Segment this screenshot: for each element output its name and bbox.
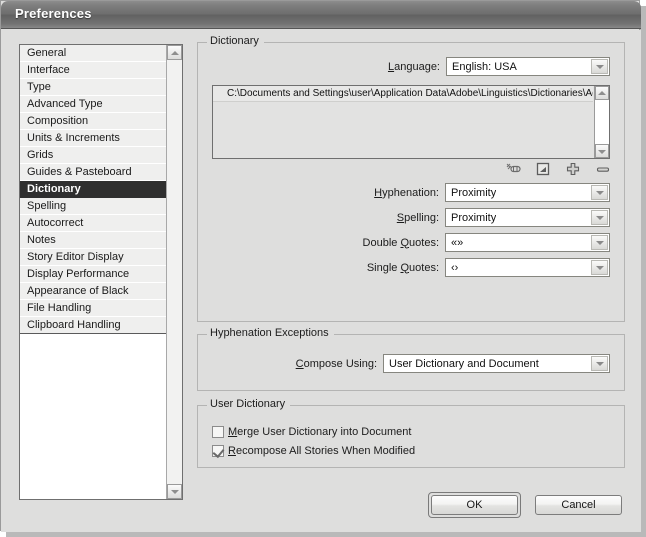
sidebar-item-units-increments[interactable]: Units & Increments xyxy=(20,130,167,147)
recompose-all-stories-row[interactable]: Recompose All Stories When Modified xyxy=(198,441,624,460)
dictionary-field-rows: Hyphenation:ProximitySpelling:ProximityD… xyxy=(198,177,624,277)
window-title: Preferences xyxy=(15,6,92,21)
ok-button-focus-ring: OK xyxy=(428,492,521,518)
hyphenation-label: Hyphenation: xyxy=(374,187,445,199)
merge-user-dictionary-row[interactable]: Merge User Dictionary into Document xyxy=(198,422,624,441)
new-dictionary-icon[interactable] xyxy=(536,162,552,176)
cancel-button-wrap: Cancel xyxy=(532,492,625,518)
language-combo[interactable]: English: USA xyxy=(446,57,610,76)
chevron-down-icon xyxy=(596,362,604,366)
spelling-value: Proximity xyxy=(446,212,496,224)
preferences-dialog: Preferences GeneralInterfaceTypeAdvanced… xyxy=(0,0,640,531)
language-label: Language: xyxy=(388,61,446,73)
spelling-row: Spelling:Proximity xyxy=(212,208,610,227)
relink-dictionary-icon[interactable] xyxy=(506,162,522,176)
sidebar-item-autocorrect[interactable]: Autocorrect xyxy=(20,215,167,232)
preferences-panel: Dictionary Language: English: USA xyxy=(197,42,625,473)
compose-using-combo[interactable]: User Dictionary and Document xyxy=(383,354,610,373)
sidebar-item-file-handling[interactable]: File Handling xyxy=(20,300,167,317)
double-quotes-dropdown-button[interactable] xyxy=(591,235,608,250)
sidebar-item-dictionary[interactable]: Dictionary xyxy=(20,181,167,198)
dialog-footer: OK Cancel xyxy=(428,492,625,518)
dictionary-path-row[interactable]: C:\Documents and Settings\user\Applicati… xyxy=(213,86,593,102)
double-quotes-row: Double Quotes:«» xyxy=(212,233,610,252)
sidebar-item-advanced-type[interactable]: Advanced Type xyxy=(20,96,167,113)
dictionary-tool-buttons xyxy=(198,159,624,177)
cancel-button[interactable]: Cancel xyxy=(535,495,622,515)
scrollbar-down-button[interactable] xyxy=(167,484,182,499)
scrollbar-up-button[interactable] xyxy=(167,45,182,60)
ok-button[interactable]: OK xyxy=(431,495,518,515)
chevron-down-icon xyxy=(596,191,604,195)
hyphenation-exceptions-group: Hyphenation Exceptions Compose Using: Us… xyxy=(197,334,625,391)
sidebar-item-appearance-of-black[interactable]: Appearance of Black xyxy=(20,283,167,300)
path-scroll-up-button[interactable] xyxy=(595,86,609,100)
language-dropdown-button[interactable] xyxy=(591,59,608,74)
sidebar-item-interface[interactable]: Interface xyxy=(20,62,167,79)
sidebar-item-grids[interactable]: Grids xyxy=(20,147,167,164)
path-list-scrollbar[interactable] xyxy=(594,86,609,158)
hyphenation-dropdown-button[interactable] xyxy=(591,185,608,200)
dictionary-group-title: Dictionary xyxy=(207,35,264,47)
hyphenation-exceptions-title: Hyphenation Exceptions xyxy=(207,327,334,339)
single-quotes-row: Single Quotes:‹› xyxy=(212,258,610,277)
merge-user-dictionary-label: Merge User Dictionary into Document xyxy=(228,426,411,438)
preferences-category-list[interactable]: GeneralInterfaceTypeAdvanced TypeComposi… xyxy=(19,44,183,500)
sidebar-item-guides-pasteboard[interactable]: Guides & Pasteboard xyxy=(20,164,167,181)
recompose-all-stories-checkbox[interactable] xyxy=(212,445,224,457)
compose-using-label: Compose Using: xyxy=(296,358,383,370)
compose-using-row: Compose Using: User Dictionary and Docum… xyxy=(198,354,624,373)
scroll-up-arrow-icon xyxy=(598,91,606,95)
user-dictionary-title: User Dictionary xyxy=(207,398,290,410)
merge-user-dictionary-checkbox[interactable] xyxy=(212,426,224,438)
spelling-label: Spelling: xyxy=(397,212,445,224)
scroll-down-arrow-icon xyxy=(171,490,179,494)
sidebar-item-composition[interactable]: Composition xyxy=(20,113,167,130)
sidebar-item-general[interactable]: General xyxy=(20,45,167,62)
single-quotes-value: ‹› xyxy=(446,262,458,274)
single-quotes-dropdown-button[interactable] xyxy=(591,260,608,275)
remove-dictionary-icon[interactable] xyxy=(596,162,612,176)
sidebar-item-notes[interactable]: Notes xyxy=(20,232,167,249)
double-quotes-combo[interactable]: «» xyxy=(445,233,610,252)
compose-using-dropdown-button[interactable] xyxy=(591,356,608,371)
dictionary-path-list[interactable]: C:\Documents and Settings\user\Applicati… xyxy=(212,85,610,159)
sidebar-item-display-performance[interactable]: Display Performance xyxy=(20,266,167,283)
sidebar-item-clipboard-handling[interactable]: Clipboard Handling xyxy=(20,317,167,334)
add-dictionary-icon[interactable] xyxy=(566,162,582,176)
spelling-dropdown-button[interactable] xyxy=(591,210,608,225)
title-bar[interactable]: Preferences xyxy=(1,1,641,29)
scroll-down-arrow-icon xyxy=(598,150,606,154)
sidebar-item-type[interactable]: Type xyxy=(20,79,167,96)
double-quotes-value: «» xyxy=(446,237,463,249)
spelling-combo[interactable]: Proximity xyxy=(445,208,610,227)
language-row: Language: English: USA xyxy=(198,57,624,76)
category-items: GeneralInterfaceTypeAdvanced TypeComposi… xyxy=(20,45,167,334)
user-dictionary-group: User Dictionary Merge User Dictionary in… xyxy=(197,405,625,468)
chevron-down-icon xyxy=(596,266,604,270)
sidebar-item-spelling[interactable]: Spelling xyxy=(20,198,167,215)
recompose-all-stories-label: Recompose All Stories When Modified xyxy=(228,445,415,457)
chevron-down-icon xyxy=(596,241,604,245)
hyphenation-value: Proximity xyxy=(446,187,496,199)
sidebar-item-story-editor-display[interactable]: Story Editor Display xyxy=(20,249,167,266)
chevron-down-icon xyxy=(596,65,604,69)
hyphenation-combo[interactable]: Proximity xyxy=(445,183,610,202)
category-list-scrollbar[interactable] xyxy=(166,45,182,499)
user-dictionary-options: Merge User Dictionary into Document Recom… xyxy=(198,422,624,460)
dialog-body: GeneralInterfaceTypeAdvanced TypeComposi… xyxy=(1,30,641,532)
compose-using-value: User Dictionary and Document xyxy=(384,358,539,370)
single-quotes-label: Single Quotes: xyxy=(367,262,445,274)
hyphenation-row: Hyphenation:Proximity xyxy=(212,183,610,202)
single-quotes-combo[interactable]: ‹› xyxy=(445,258,610,277)
path-scroll-down-button[interactable] xyxy=(595,144,609,158)
scroll-up-arrow-icon xyxy=(171,51,179,55)
language-value: English: USA xyxy=(447,61,517,73)
dictionary-group: Dictionary Language: English: USA xyxy=(197,42,625,322)
chevron-down-icon xyxy=(596,216,604,220)
double-quotes-label: Double Quotes: xyxy=(363,237,445,249)
